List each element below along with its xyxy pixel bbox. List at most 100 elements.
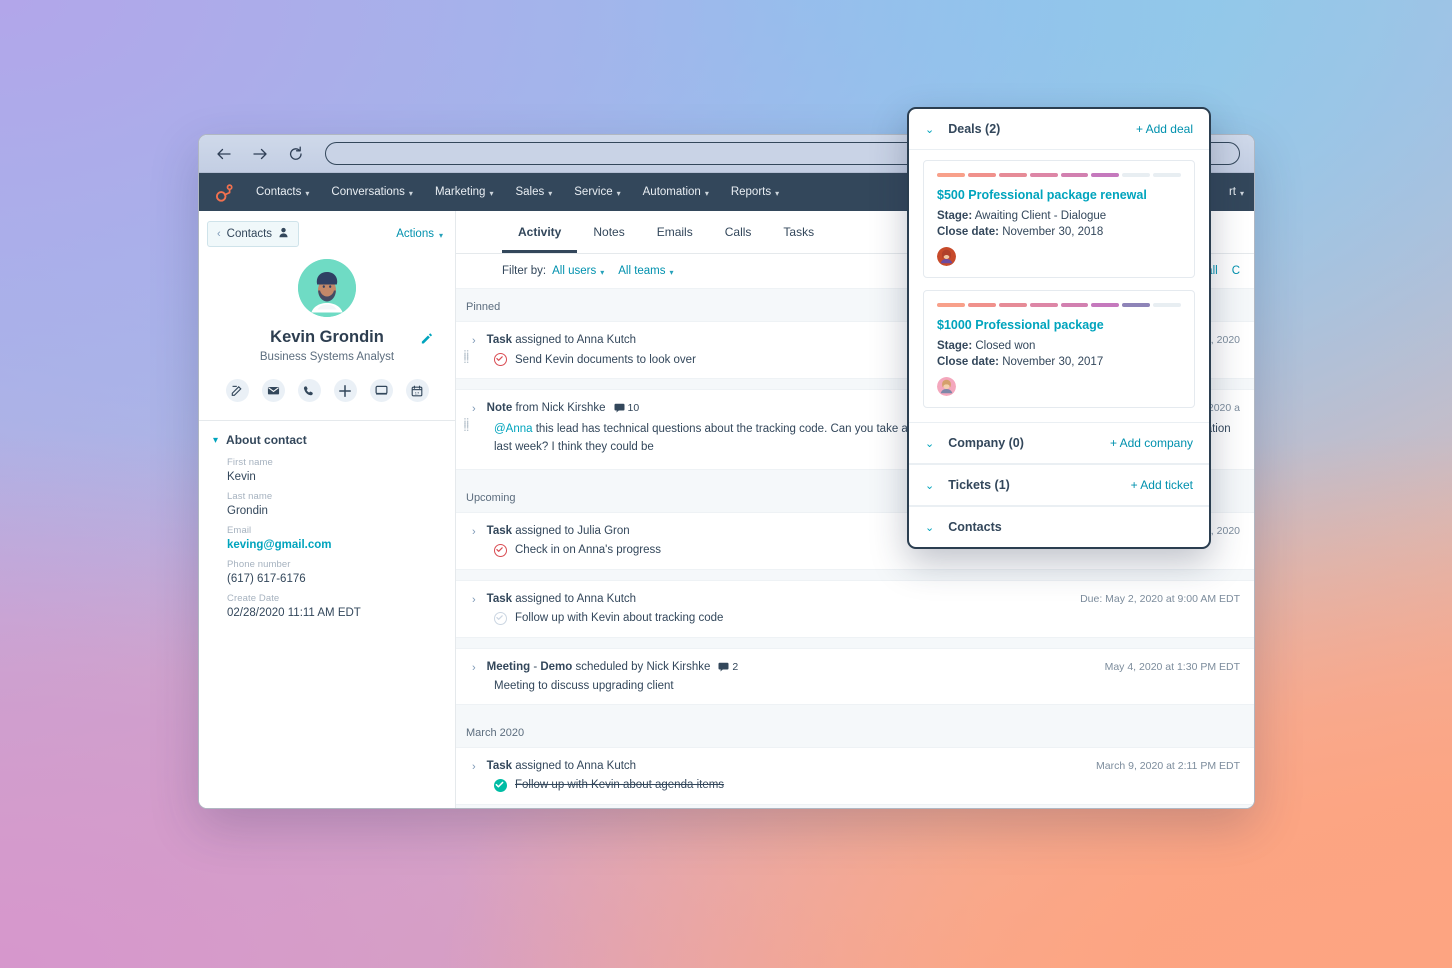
deal-stage-label: Stage: — [937, 340, 973, 352]
add-deal-button[interactable]: + Add deal — [1136, 122, 1193, 136]
back-to-contacts-button[interactable]: ‹ Contacts — [207, 221, 300, 247]
activity-date: May 4, 2020 at 1:30 PM EDT — [1104, 660, 1240, 673]
task-status-icon[interactable] — [494, 778, 507, 792]
stage-segment — [937, 173, 965, 177]
pencil-icon[interactable] — [420, 331, 433, 350]
chevron-right-icon[interactable]: › — [472, 761, 476, 773]
deal-stage-value: Closed won — [975, 340, 1036, 352]
deal-close-date: Close date: November 30, 2018 — [937, 226, 1181, 238]
topnav-item-marketing[interactable]: Marketing ▾ — [424, 173, 505, 211]
filter-all-teams-label: All teams — [618, 265, 666, 277]
deal-owner-avatar[interactable] — [937, 247, 956, 266]
actions-dropdown[interactable]: Actions ▾ — [396, 228, 443, 240]
chevron-right-icon[interactable]: › — [472, 662, 476, 674]
browser-forward-icon[interactable] — [249, 143, 271, 165]
activity-title: Meeting - Demo scheduled by Nick Kirshke — [486, 660, 711, 673]
filter-all-teams[interactable]: All teams ▾ — [618, 265, 673, 277]
task-status-icon[interactable] — [494, 543, 507, 557]
tab-tasks[interactable]: Tasks — [767, 211, 830, 253]
topnav-item-reports[interactable]: Reports ▾ — [720, 173, 790, 211]
collapse-all-link[interactable]: C — [1232, 265, 1240, 277]
activity-card[interactable]: › Task assigned to Anna Kutch March 9, 202… — [456, 746, 1254, 805]
browser-reload-icon[interactable] — [285, 143, 307, 165]
deal-close-label: Close date: — [937, 356, 999, 368]
topnav-item-label: Reports — [730, 186, 772, 198]
note-icon[interactable] — [225, 379, 249, 402]
deal-stage-value: Awaiting Client - Dialogue — [974, 210, 1107, 222]
panel-section-contacts[interactable]: ⌄ Contacts — [909, 506, 1209, 547]
activity-card[interactable]: › Meeting - Demo scheduled by Nick Kirshk… — [456, 647, 1254, 705]
topnav-right-item[interactable]: rt ▾ — [1229, 173, 1244, 211]
contact-avatar-wrap — [199, 259, 455, 317]
mention[interactable]: @Anna — [494, 423, 533, 435]
field-value: (617) 617-6176 — [227, 573, 306, 585]
comment-count[interactable]: 2 — [718, 661, 738, 673]
chevron-right-icon[interactable]: › — [472, 594, 476, 606]
chevron-down-icon: ▾ — [704, 188, 709, 198]
activity-card[interactable]: › Task assigned to Anna Kutch Due: May 2, … — [456, 579, 1254, 638]
stage-segment — [967, 303, 996, 307]
topnav-item-conversations[interactable]: Conversations ▾ — [320, 173, 424, 211]
field-value[interactable]: keving@gmail.com — [227, 539, 455, 551]
stage-segment — [1060, 173, 1089, 177]
deal-card[interactable]: $1000 Professional package Stage: Closed … — [923, 290, 1195, 408]
comment-icon — [718, 662, 729, 672]
field-value: Kevin — [227, 471, 256, 483]
avatar — [298, 259, 356, 317]
email-icon[interactable] — [261, 379, 285, 402]
activity-subtype: Demo — [540, 660, 573, 673]
topnav-item-label: Sales — [515, 186, 545, 198]
plus-icon[interactable] — [333, 379, 357, 402]
tab-notes[interactable]: Notes — [577, 211, 640, 253]
about-contact-section-header[interactable]: ▾ About contact — [199, 421, 455, 449]
chevron-down-icon: ⌄ — [925, 123, 935, 136]
deal-owner-avatar[interactable] — [937, 377, 956, 396]
chevron-right-icon[interactable]: › — [472, 526, 476, 538]
deals-title: Deals (2) — [948, 122, 1001, 136]
filter-all-users[interactable]: All users ▾ — [552, 265, 604, 277]
task-status-icon[interactable] — [494, 611, 507, 625]
comment-icon — [614, 403, 625, 413]
topnav-item-automation[interactable]: Automation ▾ — [632, 173, 720, 211]
topnav-item-contacts[interactable]: Contacts ▾ — [245, 173, 320, 211]
chevron-right-icon[interactable]: › — [472, 335, 476, 347]
panel-section-company[interactable]: ⌄ Company (0) + Add company — [909, 422, 1209, 464]
drag-handle[interactable]: ⣿ ⣿ — [463, 418, 471, 431]
task-status-icon[interactable] — [494, 353, 507, 366]
call-icon[interactable] — [297, 379, 321, 402]
stage-segment — [1122, 173, 1151, 177]
field-label: Email — [227, 525, 252, 536]
panel-section-add-button[interactable]: + Add company — [1110, 436, 1193, 450]
stage-segment — [1029, 173, 1058, 177]
browser-back-icon[interactable] — [213, 143, 235, 165]
activity-date: Due: May 2, 2020 at 9:00 AM EDT — [1080, 592, 1240, 605]
tab-emails[interactable]: Emails — [641, 211, 709, 253]
panel-sections: ⌄ Company (0) + Add company ⌄ Tickets (1) + A… — [909, 422, 1209, 547]
comment-count[interactable]: 10 — [614, 402, 639, 414]
deal-name-link[interactable]: $500 Professional package renewal — [937, 188, 1181, 202]
drag-handle[interactable]: ⣿ ⣿ — [463, 350, 471, 363]
back-to-contacts-label: Contacts — [226, 228, 273, 240]
deal-name-link[interactable]: $1000 Professional package — [937, 318, 1181, 332]
deal-card[interactable]: $500 Professional package renewal Stage: … — [923, 160, 1195, 278]
panel-section-add-button[interactable]: + Add ticket — [1131, 478, 1193, 492]
activity-type: Task — [486, 524, 513, 537]
contact-field: Phone number (617) 617-6176 — [199, 551, 455, 585]
deals-section-header[interactable]: ⌄ Deals (2) + Add deal — [909, 109, 1209, 150]
topnav-item-sales[interactable]: Sales ▾ — [504, 173, 563, 211]
contact-field: Last name Grondin — [199, 483, 455, 517]
activity-assignee: from Nick Kirshke — [515, 402, 606, 414]
hubspot-logo-icon[interactable] — [211, 179, 237, 205]
log-icon[interactable] — [369, 379, 393, 402]
stage-segment — [1122, 303, 1151, 307]
topnav-item-label: Conversations — [331, 186, 405, 198]
tab-calls[interactable]: Calls — [709, 211, 768, 253]
calendar-icon[interactable]: 17 — [405, 379, 429, 402]
panel-section-tickets[interactable]: ⌄ Tickets (1) + Add ticket — [909, 464, 1209, 506]
svg-text:17: 17 — [415, 390, 419, 395]
chevron-right-icon[interactable]: › — [472, 403, 476, 415]
stage-segment — [998, 303, 1027, 307]
topnav-item-service[interactable]: Service ▾ — [563, 173, 631, 211]
chevron-down-icon: ▾ — [1239, 188, 1244, 198]
tab-activity[interactable]: Activity — [502, 211, 578, 253]
